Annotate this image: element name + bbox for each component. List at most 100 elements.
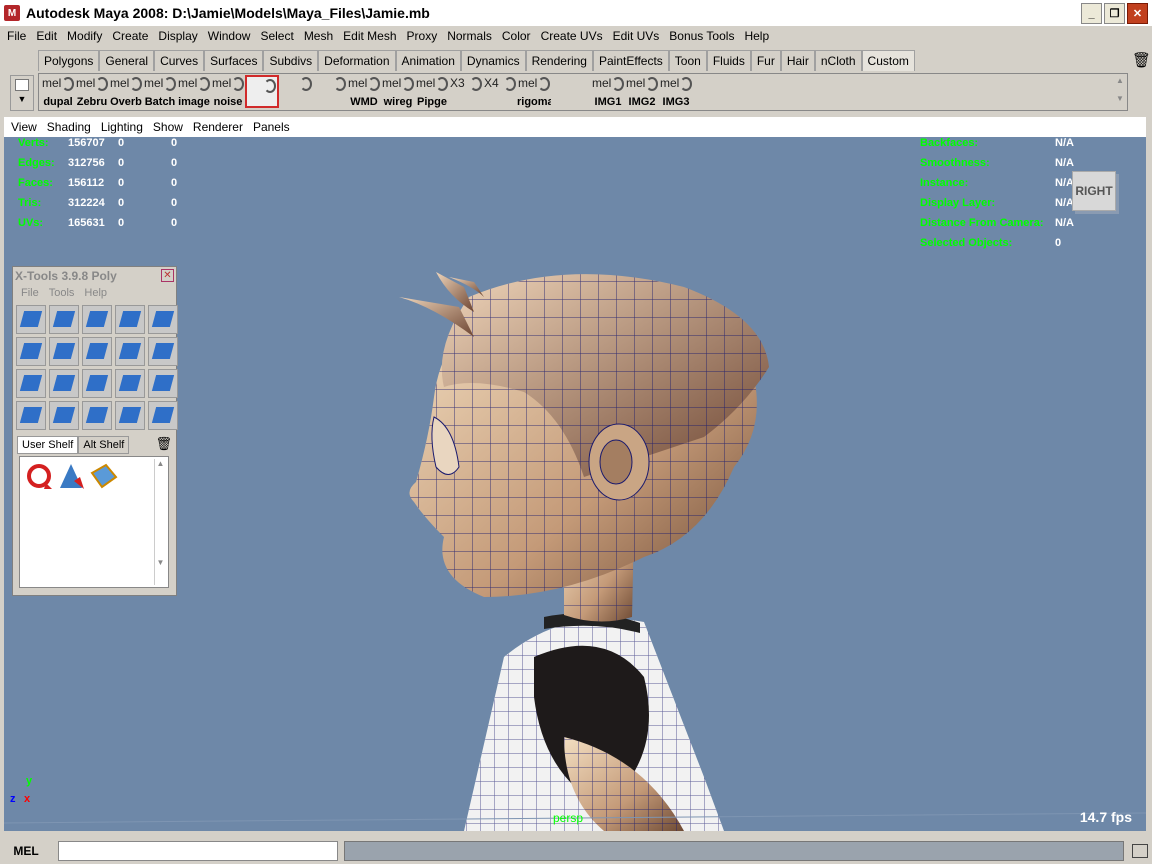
xtools-tool-icon[interactable]	[16, 305, 46, 334]
menu-help[interactable]: Help	[739, 29, 774, 43]
perspective-viewport[interactable]: Verts: 156707 0 0 Edges: 312756 0 0 Faces: 156112…	[4, 137, 1146, 831]
shelf-button[interactable]: mel IMG2	[625, 75, 659, 108]
xtools-tab-user-shelf[interactable]: User Shelf	[17, 436, 79, 454]
shelf-button[interactable]: mel IMG1	[591, 75, 625, 108]
xtools-tool-icon[interactable]	[82, 401, 112, 430]
viewport-menu-show[interactable]: Show	[148, 120, 188, 134]
shelf-tab-toon[interactable]: Toon	[668, 50, 707, 71]
shelf-button[interactable]: mel image	[177, 75, 211, 108]
menu-color[interactable]: Color	[497, 29, 536, 43]
xtools-tool-icon[interactable]	[148, 369, 178, 398]
restore-button[interactable]: ❐	[1104, 3, 1125, 24]
shelf-tab-custom[interactable]: Custom	[861, 50, 915, 71]
xtools-menu-tools[interactable]: Tools	[49, 287, 75, 299]
xtools-trash-icon[interactable]: 🗑	[155, 436, 172, 454]
shelf-button[interactable]: mel wireg	[381, 75, 415, 108]
shelf-button[interactable]: mel noise	[211, 75, 245, 108]
shelf-tab-polygons[interactable]: Polygons	[38, 50, 100, 71]
shelf-button[interactable]	[313, 75, 347, 108]
shelf-button[interactable]: mel Zebru	[75, 75, 109, 108]
shelf-menu-button[interactable]: ▼	[10, 75, 34, 111]
shelf-button[interactable]	[245, 75, 279, 108]
shelf-tab-rendering[interactable]: Rendering	[525, 50, 593, 71]
shelf-tab-general[interactable]: General	[99, 50, 155, 71]
xtools-tool-icon[interactable]	[148, 305, 178, 334]
xtools-tab-alt-shelf[interactable]: Alt Shelf	[78, 436, 130, 454]
command-input[interactable]	[58, 841, 338, 861]
xtools-tool-icon[interactable]	[82, 305, 112, 334]
shelf-button[interactable]	[279, 75, 313, 108]
minimize-button[interactable]: _	[1081, 3, 1102, 24]
xtools-tool-icon[interactable]	[148, 337, 178, 366]
xtools-close-button[interactable]: ✕	[161, 269, 174, 282]
xtools-tool-icon[interactable]	[115, 369, 145, 398]
xtools-tool-icon[interactable]	[49, 401, 79, 430]
close-button[interactable]: ✕	[1127, 3, 1148, 24]
menu-create-uvs[interactable]: Create UVs	[536, 29, 608, 43]
shelf-tab-fur[interactable]: Fur	[750, 50, 781, 71]
shelf-button[interactable]: mel rigoma	[517, 75, 551, 108]
shelf-button[interactable]: mel Batch	[143, 75, 177, 108]
shelf-button-label: IMG3	[662, 96, 690, 108]
xtools-tool-icon[interactable]	[16, 369, 46, 398]
shelf-tab-surfaces[interactable]: Surfaces	[204, 50, 264, 71]
shelf-tab-fluids[interactable]: Fluids	[706, 50, 751, 71]
xtools-tool-icon[interactable]	[49, 305, 79, 334]
shelf-button[interactable]: mel dupal	[41, 75, 75, 108]
cone-icon[interactable]	[56, 461, 86, 491]
shelf-tab-hair[interactable]: Hair	[780, 50, 815, 71]
xtools-tool-icon[interactable]	[16, 337, 46, 366]
uv-grid-icon[interactable]	[88, 461, 118, 491]
xtools-menu-help[interactable]: Help	[84, 287, 107, 299]
shelf-tab-subdivs[interactable]: Subdivs	[263, 50, 319, 71]
xtools-tool-icon[interactable]	[115, 337, 145, 366]
xtools-tool-icon[interactable]	[82, 337, 112, 366]
viewport-menu-view[interactable]: View	[6, 120, 42, 134]
shelf-tab-curves[interactable]: Curves	[154, 50, 205, 71]
menu-create[interactable]: Create	[107, 29, 153, 43]
xtools-tool-icon[interactable]	[16, 401, 46, 430]
menu-display[interactable]: Display	[153, 29, 202, 43]
shelf-tab-dynamics[interactable]: Dynamics	[460, 50, 526, 71]
menu-normals[interactable]: Normals	[442, 29, 497, 43]
menu-mesh[interactable]: Mesh	[299, 29, 338, 43]
shelf-button[interactable]: X4	[483, 75, 517, 108]
menu-edit-mesh[interactable]: Edit Mesh	[338, 29, 401, 43]
view-cube[interactable]: RIGHT	[1072, 171, 1116, 211]
script-editor-icon[interactable]	[1132, 844, 1148, 858]
menu-file[interactable]: File	[2, 29, 31, 43]
shelf-tab-painteffects[interactable]: PaintEffects	[592, 50, 669, 71]
xtools-tool-icon[interactable]	[115, 305, 145, 334]
shelf-button[interactable]: mel IMG3	[659, 75, 693, 108]
menu-select[interactable]: Select	[255, 29, 298, 43]
viewport-menu-lighting[interactable]: Lighting	[96, 120, 148, 134]
command-language-label[interactable]: MEL	[0, 844, 52, 858]
xtools-tool-icon[interactable]	[49, 337, 79, 366]
shelf-tab-animation[interactable]: Animation	[395, 50, 461, 71]
menu-edit-uvs[interactable]: Edit UVs	[608, 29, 665, 43]
shelf-tab-deformation[interactable]: Deformation	[318, 50, 396, 71]
xtools-menu-file[interactable]: File	[21, 287, 39, 299]
viewport-menu-renderer[interactable]: Renderer	[188, 120, 248, 134]
shelf-button[interactable]: mel WMD	[347, 75, 381, 108]
menu-proxy[interactable]: Proxy	[402, 29, 443, 43]
viewport-menu-shading[interactable]: Shading	[42, 120, 96, 134]
menu-bonus-tools[interactable]: Bonus Tools	[664, 29, 739, 43]
shelf-trash-icon[interactable]: 🗑	[1132, 51, 1151, 69]
shelf-button[interactable]: X3	[449, 75, 483, 108]
viewport-menu-panels[interactable]: Panels	[248, 120, 295, 134]
shelf-scrollbar[interactable]: ▲ ▼	[1113, 76, 1127, 108]
xtools-tool-icon[interactable]	[82, 369, 112, 398]
xtools-shelf-scrollbar[interactable]: ▲ ▼	[154, 459, 166, 585]
menu-modify[interactable]: Modify	[62, 29, 107, 43]
xtools-tool-icon[interactable]	[115, 401, 145, 430]
menu-window[interactable]: Window	[203, 29, 256, 43]
shelf-button[interactable]: mel Overb	[109, 75, 143, 108]
rotate-icon[interactable]	[24, 461, 54, 491]
shelf-button[interactable]: mel Pipge	[415, 75, 449, 108]
xtools-tool-icon[interactable]	[148, 401, 178, 430]
menu-edit[interactable]: Edit	[31, 29, 62, 43]
shelf-tab-ncloth[interactable]: nCloth	[814, 50, 862, 71]
xtools-title-bar[interactable]: X-Tools 3.9.8 Poly	[13, 267, 176, 285]
xtools-tool-icon[interactable]	[49, 369, 79, 398]
